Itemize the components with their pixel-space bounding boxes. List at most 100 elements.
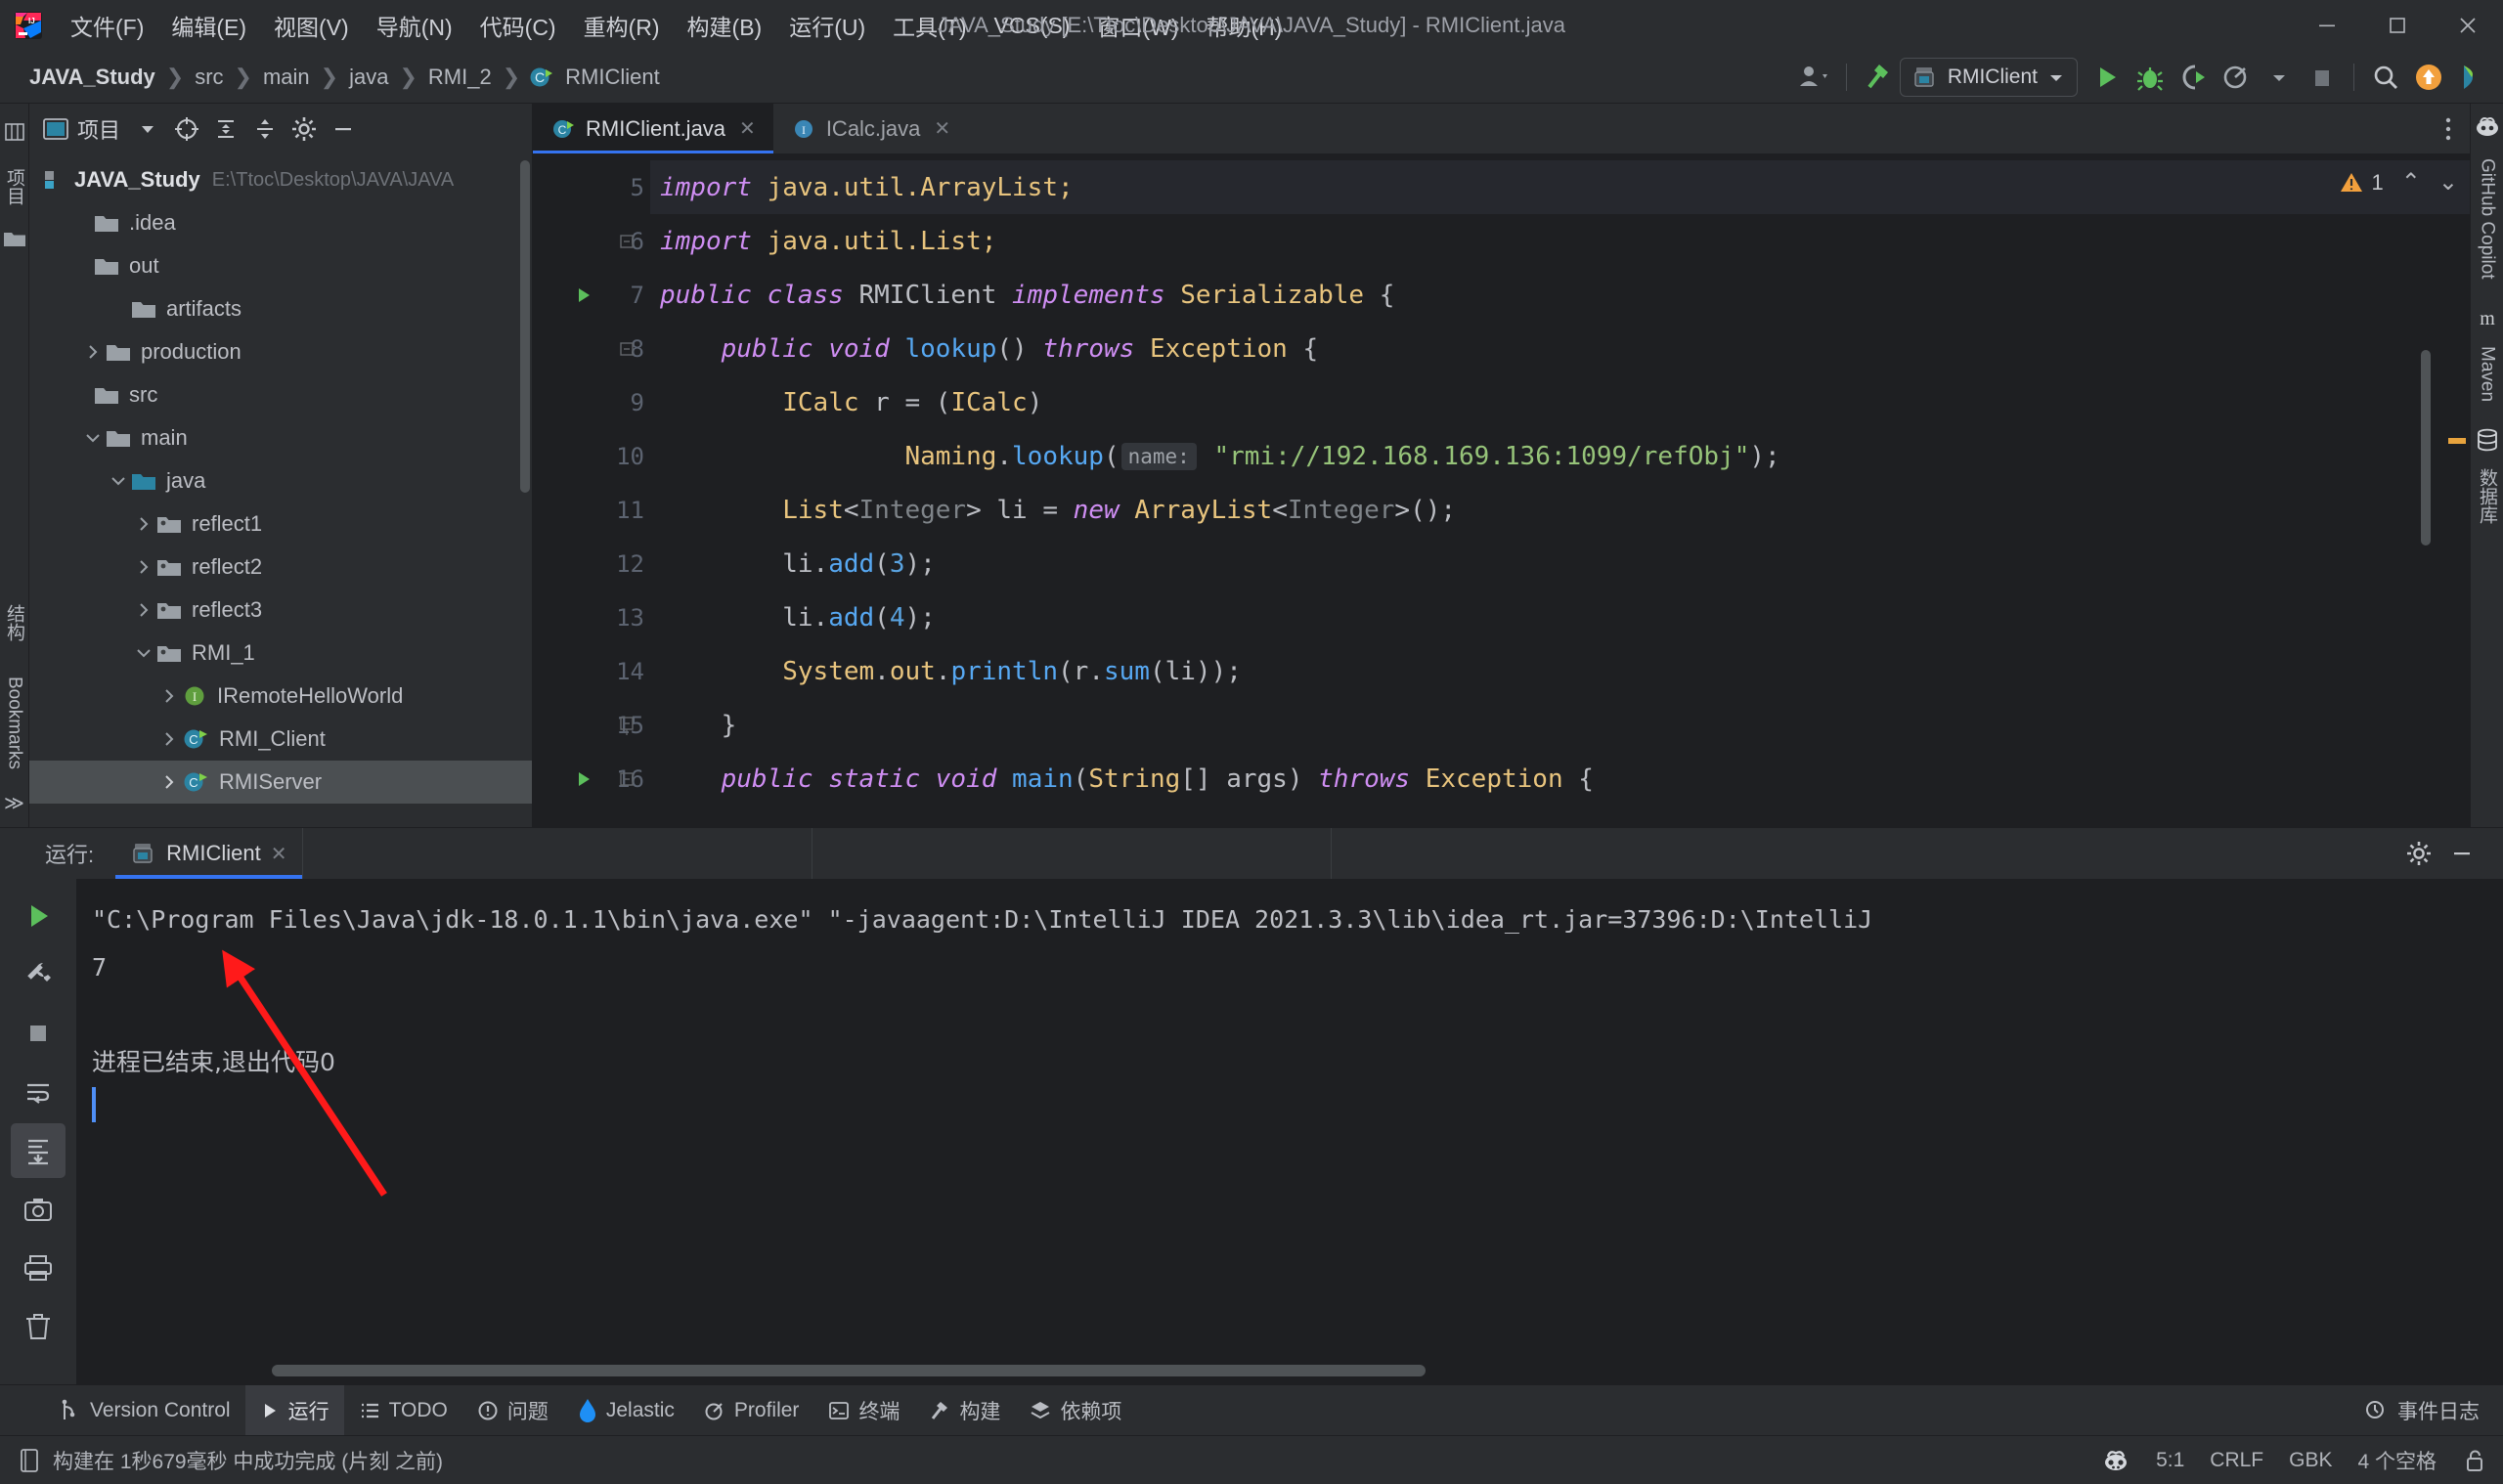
- breadcrumb-src[interactable]: src: [191, 65, 227, 90]
- code-line[interactable]: System. out. println (r. sum (li));: [650, 644, 2470, 698]
- menu-navigate[interactable]: 导航(N): [363, 5, 466, 46]
- menu-refactor[interactable]: 重构(R): [570, 5, 674, 46]
- chevron-down-icon[interactable]: [2258, 56, 2301, 99]
- tree-row[interactable]: I IRemoteHelloWorld: [29, 675, 532, 718]
- minimize-icon[interactable]: [2292, 0, 2362, 51]
- right-strip-item-database[interactable]: 数据库: [2474, 468, 2500, 524]
- print-button[interactable]: [11, 1241, 66, 1295]
- menu-tools[interactable]: 工具(T): [879, 5, 980, 46]
- profiler-icon[interactable]: [2215, 56, 2258, 99]
- code-line[interactable]: import java.util.ArrayList;: [650, 160, 2470, 214]
- chevron-down-icon[interactable]: [80, 430, 106, 446]
- breadcrumb-java[interactable]: java: [345, 65, 392, 90]
- code-line[interactable]: public static void main(String[] args) t…: [650, 752, 2470, 806]
- expand-all-icon[interactable]: [206, 109, 245, 149]
- code-line[interactable]: List < Integer > li = new ArrayList < Integer…: [650, 483, 2470, 537]
- camera-button[interactable]: [11, 1182, 66, 1237]
- clear-button[interactable]: [11, 1299, 66, 1354]
- code-line[interactable]: li. add(3);: [650, 537, 2470, 590]
- tree-row[interactable]: .idea: [29, 201, 532, 244]
- tool-button-version-control[interactable]: Version Control: [45, 1385, 245, 1435]
- chevron-right-icon[interactable]: [156, 730, 182, 748]
- folder-icon[interactable]: [3, 229, 26, 248]
- ide-assistant-icon[interactable]: [2450, 56, 2493, 99]
- code-line[interactable]: public void lookup() throws Exception {: [650, 322, 2470, 375]
- chevron-right-icon[interactable]: [131, 515, 156, 533]
- status-message-group[interactable]: 构建在 1秒679毫秒 中成功完成 (片刻 之前): [18, 1446, 443, 1475]
- user-account-icon[interactable]: [1793, 56, 1836, 99]
- build-hammer-icon[interactable]: [1857, 56, 1900, 99]
- line-separator[interactable]: CRLF: [2210, 1449, 2263, 1472]
- tool-button-run[interactable]: 运行: [244, 1385, 344, 1435]
- tool-button-jelastic[interactable]: Jelastic: [563, 1385, 689, 1435]
- code-line[interactable]: Naming. lookup(name: "rmi://192.168.169.1…: [650, 429, 2470, 483]
- debug-icon[interactable]: [2129, 56, 2172, 99]
- file-encoding[interactable]: GBK: [2289, 1449, 2332, 1472]
- menu-help[interactable]: 帮助(H): [1193, 5, 1296, 46]
- tree-row[interactable]: production: [29, 330, 532, 373]
- caret-position[interactable]: 5:1: [2156, 1449, 2184, 1472]
- github-copilot-icon[interactable]: [2475, 113, 2500, 139]
- fold-marker-icon[interactable]: [615, 769, 638, 789]
- code-line[interactable]: li. add(4);: [650, 590, 2470, 644]
- run-with-coverage-icon[interactable]: [2172, 56, 2215, 99]
- tree-row[interactable]: JAVA_Study E:\Ttoc\Desktop\JAVA\JAVA: [29, 158, 532, 201]
- tool-button-build[interactable]: 构建: [914, 1385, 1015, 1435]
- right-strip-item-maven[interactable]: Maven: [2477, 346, 2498, 402]
- run-gutter-icon[interactable]: [570, 285, 597, 305]
- chevron-right-icon[interactable]: [80, 343, 106, 361]
- breadcrumb-project[interactable]: JAVA_Study: [25, 65, 159, 90]
- tree-row[interactable]: artifacts: [29, 287, 532, 330]
- code-content[interactable]: import java.util.ArrayList; import java.u…: [650, 154, 2470, 827]
- menu-view[interactable]: 视图(V): [260, 5, 363, 46]
- close-icon[interactable]: [2433, 0, 2503, 51]
- gear-icon[interactable]: [2397, 832, 2440, 875]
- close-icon[interactable]: ✕: [271, 842, 287, 866]
- breadcrumb-main[interactable]: main: [259, 65, 314, 90]
- tool-button-dependencies[interactable]: 依赖项: [1015, 1385, 1136, 1435]
- chevron-down-icon[interactable]: [131, 645, 156, 661]
- code-line[interactable]: import java.util.List;: [650, 214, 2470, 268]
- code-with-me-icon[interactable]: [2101, 1448, 2130, 1473]
- search-everywhere-icon[interactable]: [2364, 56, 2407, 99]
- more-vertical-icon[interactable]: [2427, 104, 2470, 153]
- tree-row[interactable]: src: [29, 373, 532, 416]
- code-line[interactable]: ICalc r = (ICalc): [650, 375, 2470, 429]
- maximize-icon[interactable]: [2362, 0, 2433, 51]
- hide-icon[interactable]: [2440, 832, 2483, 875]
- breadcrumb-rmi2[interactable]: RMI_2: [424, 65, 496, 90]
- run-icon[interactable]: [2086, 56, 2129, 99]
- gear-icon[interactable]: [285, 109, 324, 149]
- close-icon[interactable]: ✕: [739, 116, 756, 141]
- updates-available-icon[interactable]: [2407, 56, 2450, 99]
- chevron-down-icon[interactable]: [106, 473, 131, 489]
- strip-item-project[interactable]: 项目: [1, 158, 27, 215]
- tree-row[interactable]: reflect1: [29, 502, 532, 546]
- fold-marker-icon[interactable]: [615, 339, 638, 359]
- chevron-right-icon[interactable]: [156, 687, 182, 705]
- menu-edit[interactable]: 编辑(E): [157, 5, 260, 46]
- tool-button-todo[interactable]: TODO: [344, 1385, 462, 1435]
- menu-run[interactable]: 运行(U): [775, 5, 879, 46]
- code-line[interactable]: public class RMIClient implements Serial…: [650, 268, 2470, 322]
- stop-button[interactable]: [11, 1006, 66, 1061]
- wrench-button[interactable]: [11, 947, 66, 1002]
- strip-item-bookmarks[interactable]: Bookmarks: [4, 667, 25, 779]
- tree-row[interactable]: out: [29, 244, 532, 287]
- chevron-right-icon[interactable]: [131, 558, 156, 576]
- tree-row[interactable]: C RMI_Client: [29, 718, 532, 761]
- code-line[interactable]: }: [650, 698, 2470, 752]
- menu-window[interactable]: 窗口(W): [1083, 5, 1192, 46]
- database-icon[interactable]: [2475, 427, 2500, 453]
- tree-row[interactable]: main: [29, 416, 532, 459]
- run-configuration-selector[interactable]: RMIClient: [1899, 57, 2078, 97]
- hide-panel-icon[interactable]: [324, 109, 363, 149]
- strip-project-icon[interactable]: [4, 111, 25, 158]
- tree-row[interactable]: C RMIServer: [29, 761, 532, 804]
- chevron-right-icon[interactable]: [131, 601, 156, 619]
- breadcrumb-rmiclient[interactable]: C RMIClient: [527, 64, 664, 91]
- menu-vcs[interactable]: VCS(S): [981, 9, 1084, 43]
- collapse-all-icon[interactable]: [245, 109, 285, 149]
- tree-row[interactable]: reflect2: [29, 546, 532, 589]
- tree-row[interactable]: RMI_1: [29, 632, 532, 675]
